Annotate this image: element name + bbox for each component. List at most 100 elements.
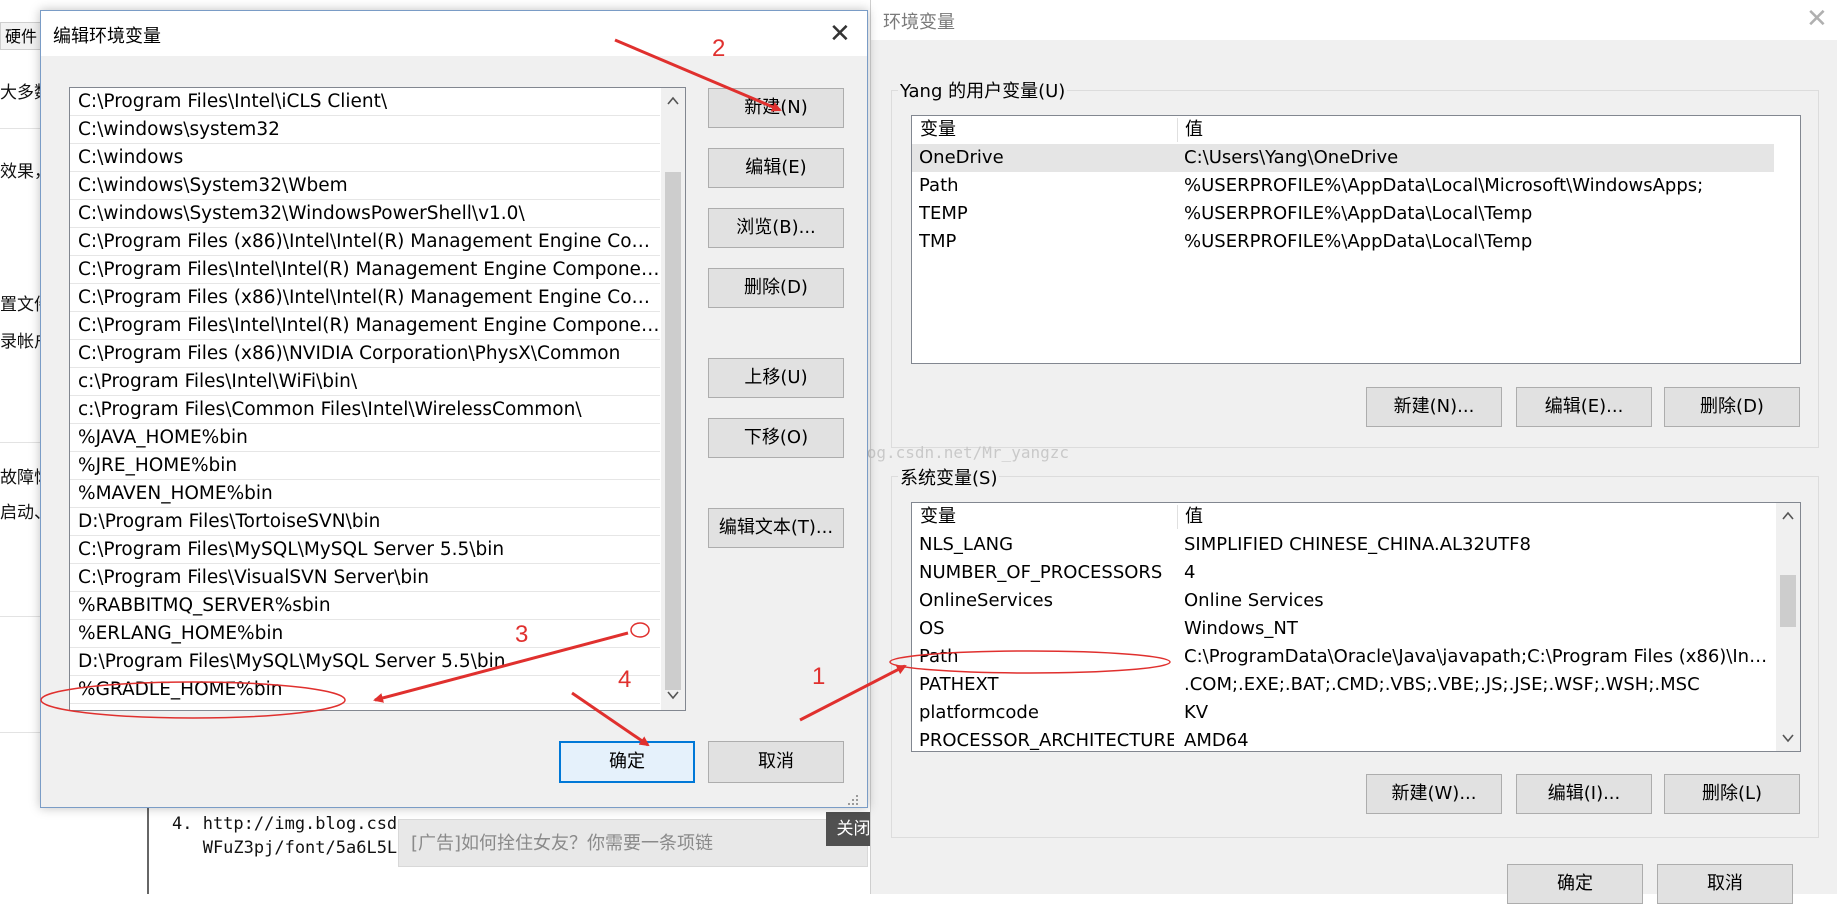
- variable-name: platformcode: [919, 702, 1039, 723]
- path-list[interactable]: C:\Program Files\Intel\iCLS Client\ C:\w…: [69, 87, 686, 711]
- env-ok-button[interactable]: 确定: [1507, 864, 1643, 904]
- column-header-value[interactable]: 值: [1177, 116, 1797, 144]
- table-row[interactable]: TMP %USERPROFILE%\AppData\Local\Temp: [912, 228, 1774, 256]
- annotation-number-1: 1: [812, 663, 826, 690]
- list-item[interactable]: C:\Program Files (x86)\Intel\Intel(R) Ma…: [70, 284, 660, 312]
- system-edit-button[interactable]: 编辑(I)...: [1516, 774, 1652, 814]
- scrollbar-thumb[interactable]: [665, 172, 681, 690]
- background-list-item: 4. http://img.blog.csdn.n WFuZ3pj/font/5…: [172, 814, 428, 858]
- title-bar: 环境变量 ✕: [871, 0, 1837, 40]
- user-new-button[interactable]: 新建(N)...: [1366, 387, 1502, 427]
- table-row[interactable]: platformcode KV: [912, 699, 1774, 727]
- edit-environment-variable-dialog: 编辑环境变量 ✕ C:\Program Files\Intel\iCLS Cli…: [40, 10, 868, 808]
- edit-button[interactable]: 编辑(E): [708, 148, 844, 188]
- variable-name: PROCESSOR_ARCHITECTURE: [919, 730, 1174, 751]
- list-item[interactable]: c:\Program Files\Intel\WiFi\bin\: [70, 368, 660, 396]
- table-row[interactable]: Path %USERPROFILE%\AppData\Local\Microso…: [912, 172, 1774, 200]
- variable-value: %USERPROFILE%\AppData\Local\Temp: [1184, 231, 1533, 252]
- list-item[interactable]: C:\Program Files\Intel\Intel(R) Manageme…: [70, 312, 660, 340]
- resize-grip-icon[interactable]: [845, 791, 859, 805]
- variable-value: Windows_NT: [1184, 618, 1298, 639]
- list-item[interactable]: C:\Program Files\Intel\iCLS Client\: [70, 88, 660, 116]
- table-row[interactable]: PATHEXT .COM;.EXE;.BAT;.CMD;.VBS;.VBE;.J…: [912, 671, 1774, 699]
- scroll-up-icon[interactable]: [666, 94, 680, 108]
- table-row[interactable]: NUMBER_OF_PROCESSORS 4: [912, 559, 1774, 587]
- system-new-button[interactable]: 新建(W)...: [1366, 774, 1502, 814]
- env-cancel-button[interactable]: 取消: [1657, 864, 1793, 904]
- list-item[interactable]: C:\Program Files\MySQL\MySQL Server 5.5\…: [70, 536, 660, 564]
- system-delete-button[interactable]: 删除(L): [1664, 774, 1800, 814]
- divider: [0, 616, 44, 617]
- scrollbar[interactable]: [661, 88, 685, 710]
- list-item[interactable]: %RABBITMQ_SERVER%sbin: [70, 592, 660, 620]
- ok-button[interactable]: 确定: [559, 741, 695, 783]
- system-variables-table[interactable]: 变量 值 NLS_LANG SIMPLIFIED CHINESE_CHINA.A…: [911, 502, 1801, 752]
- list-item-new[interactable]: %GRADLE_HOME%bin: [70, 676, 660, 704]
- annotation-number-4: 4: [618, 666, 632, 693]
- variable-name: TEMP: [919, 203, 968, 224]
- scroll-down-icon[interactable]: [666, 688, 680, 702]
- table-row[interactable]: OnlineServices Online Services: [912, 587, 1774, 615]
- list-item[interactable]: C:\Program Files (x86)\Intel\Intel(R) Ma…: [70, 228, 660, 256]
- list-item[interactable]: C:\Program Files (x86)\NVIDIA Corporatio…: [70, 340, 660, 368]
- variable-name: Path: [919, 175, 959, 196]
- annotation-number-3: 3: [515, 621, 529, 648]
- move-down-button[interactable]: 下移(O): [708, 418, 844, 458]
- variable-value: 4: [1184, 562, 1196, 583]
- scroll-up-icon[interactable]: [1781, 509, 1795, 523]
- list-item[interactable]: %JAVA_HOME%bin: [70, 424, 660, 452]
- divider: [0, 128, 44, 129]
- scrollbar[interactable]: [1776, 503, 1800, 751]
- variable-name: NLS_LANG: [919, 534, 1014, 555]
- list-item[interactable]: %MAVEN_HOME%bin: [70, 480, 660, 508]
- column-header-value[interactable]: 值: [1177, 503, 1777, 531]
- list-item[interactable]: %JRE_HOME%bin: [70, 452, 660, 480]
- table-row-path[interactable]: Path C:\ProgramData\Oracle\Java\javapath…: [912, 643, 1774, 671]
- variable-value: .COM;.EXE;.BAT;.CMD;.VBS;.VBE;.JS;.JSE;.…: [1184, 674, 1700, 695]
- dialog-title: 环境变量: [883, 12, 955, 33]
- edit-text-button[interactable]: 编辑文本(T)...: [708, 508, 844, 548]
- user-variables-table[interactable]: 变量 值 OneDrive C:\Users\Yang\OneDrive Pat…: [911, 115, 1801, 364]
- table-row[interactable]: OneDrive C:\Users\Yang\OneDrive: [912, 144, 1774, 172]
- list-item[interactable]: %ERLANG_HOME%bin: [70, 620, 660, 648]
- variable-name: OneDrive: [919, 147, 1004, 168]
- divider: [0, 442, 44, 443]
- new-button[interactable]: 新建(N): [708, 88, 844, 128]
- list-item[interactable]: D:\Program Files\TortoiseSVN\bin: [70, 508, 660, 536]
- scrollbar-thumb[interactable]: [1780, 575, 1796, 627]
- list-item[interactable]: C:\windows\system32: [70, 116, 660, 144]
- system-variables-label: 系统变量(S): [898, 464, 1000, 490]
- variable-value: AMD64: [1184, 730, 1249, 751]
- user-delete-button[interactable]: 删除(D): [1664, 387, 1800, 427]
- close-icon[interactable]: ✕: [829, 21, 851, 47]
- delete-button[interactable]: 删除(D): [708, 268, 844, 308]
- list-item[interactable]: C:\Program Files\Intel\Intel(R) Manageme…: [70, 256, 660, 284]
- hardware-tab[interactable]: 硬件: [0, 22, 44, 50]
- user-edit-button[interactable]: 编辑(E)...: [1516, 387, 1652, 427]
- move-up-button[interactable]: 上移(U): [708, 358, 844, 398]
- scroll-down-icon[interactable]: [1781, 731, 1795, 745]
- user-variables-label: Yang 的用户变量(U): [898, 77, 1068, 103]
- divider: [0, 732, 44, 733]
- list-item[interactable]: C:\windows\System32\Wbem: [70, 172, 660, 200]
- column-header-name[interactable]: 变量: [912, 116, 1177, 144]
- ad-banner[interactable]: [广告]如何拴住女友？你需要一条项链: [398, 819, 868, 867]
- browse-button[interactable]: 浏览(B)...: [708, 208, 844, 248]
- cancel-button[interactable]: 取消: [708, 741, 844, 783]
- variable-value: %USERPROFILE%\AppData\Local\Microsoft\Wi…: [1184, 175, 1704, 196]
- list-item[interactable]: c:\Program Files\Common Files\Intel\Wire…: [70, 396, 660, 424]
- column-header-name[interactable]: 变量: [912, 503, 1177, 531]
- list-item[interactable]: C:\windows: [70, 144, 660, 172]
- list-item[interactable]: D:\Program Files\MySQL\MySQL Server 5.5\…: [70, 648, 660, 676]
- table-row[interactable]: NLS_LANG SIMPLIFIED CHINESE_CHINA.AL32UT…: [912, 531, 1774, 559]
- dialog-title: 编辑环境变量: [53, 26, 161, 47]
- table-row[interactable]: OS Windows_NT: [912, 615, 1774, 643]
- variable-value: %USERPROFILE%\AppData\Local\Temp: [1184, 203, 1533, 224]
- table-row[interactable]: TEMP %USERPROFILE%\AppData\Local\Temp: [912, 200, 1774, 228]
- close-icon[interactable]: ✕: [1806, 6, 1828, 32]
- table-row[interactable]: PROCESSOR_ARCHITECTURE AMD64: [912, 727, 1774, 751]
- variable-name: TMP: [919, 231, 957, 252]
- list-item[interactable]: C:\Program Files\VisualSVN Server\bin: [70, 564, 660, 592]
- variable-value: C:\ProgramData\Oracle\Java\javapath;C:\P…: [1184, 646, 1769, 667]
- list-item[interactable]: C:\windows\System32\WindowsPowerShell\v1…: [70, 200, 660, 228]
